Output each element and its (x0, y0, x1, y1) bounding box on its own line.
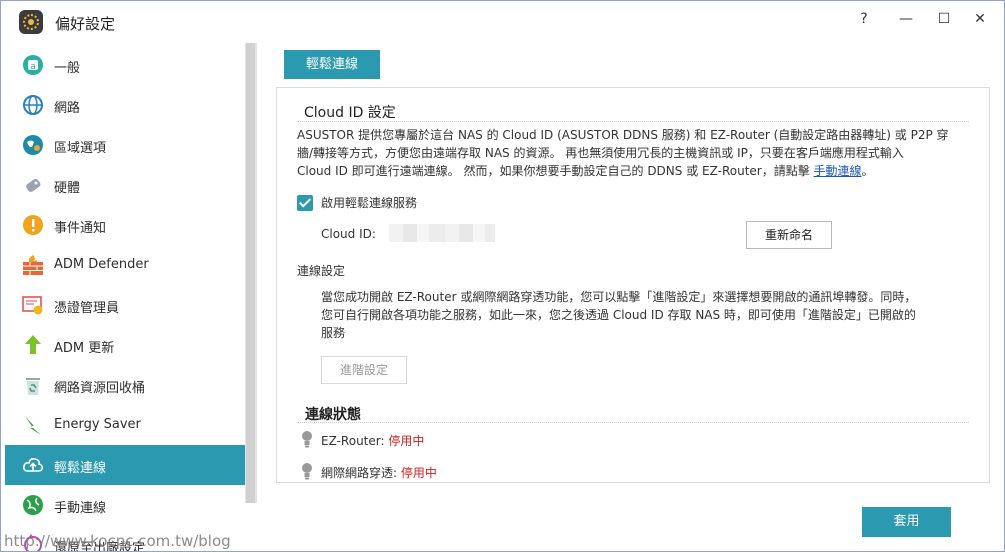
settings-panel: Cloud ID 設定 ASUSTOR 提供您專屬於這台 NAS 的 Cloud… (276, 87, 990, 483)
bulb-off-icon (302, 463, 312, 480)
sidebar-item-notification[interactable]: 事件通知 (5, 205, 245, 245)
enable-ezconnect-label: 啟用輕鬆連線服務 (321, 196, 418, 210)
sidebar-item-label: 一般 (54, 61, 81, 76)
tab-ezconnect[interactable]: 輕鬆連線 (284, 50, 380, 79)
sidebar-item-label: 網路資源回收桶 (54, 381, 146, 396)
sidebar-item-label: 網路 (54, 101, 81, 116)
cloud-upload-icon (23, 458, 43, 472)
certificate-icon (22, 296, 43, 315)
cloud-id-value-redacted (389, 224, 495, 242)
network-globe-icon (23, 495, 43, 515)
sidebar-item-adm-update[interactable]: ADM 更新 (5, 325, 245, 365)
enable-ezconnect-checkbox[interactable] (297, 195, 313, 211)
bulb-off-icon (302, 431, 312, 448)
advanced-settings-button[interactable]: 進階設定 (321, 356, 407, 384)
divider (297, 121, 969, 122)
preferences-window: 偏好設定 ? — ☐ ✕ a 一般 網路 區域選項 硬體 事件通知 ADM De… (0, 0, 1005, 552)
ez-router-status: EZ-Router: 停用中 (321, 432, 424, 450)
window-title: 偏好設定 (55, 15, 116, 33)
alert-icon (23, 215, 43, 235)
sidebar-item-recycle-bin[interactable]: 網路資源回收桶 (5, 365, 245, 405)
apply-button[interactable]: 套用 (862, 507, 951, 537)
desc-text: Cloud ID 即可進行遠端連線。 然而，如果你想要手動設定自己的 DDNS … (297, 164, 814, 178)
sidebar-item-label: ADM 更新 (54, 341, 115, 356)
sidebar-item-energy-saver[interactable]: Energy Saver (5, 405, 245, 445)
sidebar-item-label: 手動連線 (54, 501, 107, 516)
hole-punching-value: 停用中 (400, 466, 437, 480)
sidebar-item-label: 事件通知 (54, 221, 107, 236)
sidebar-item-network[interactable]: 網路 (5, 85, 245, 125)
desc-line: Cloud ID 即可進行遠端連線。 然而，如果你想要手動設定自己的 DDNS … (297, 162, 977, 180)
desc-line: 您可自行開啟各項功能之服務，如此一來，您之後透過 Cloud ID 存取 NAS… (321, 308, 916, 322)
lightning-icon (25, 416, 41, 435)
watermark-url: http://www.kocpc.com.tw/blog (4, 532, 231, 550)
sidebar-item-label: 輕鬆連線 (54, 461, 107, 476)
sidebar-item-label: Energy Saver (54, 417, 141, 432)
ez-router-value: 停用中 (388, 434, 425, 448)
sidebar-item-general[interactable]: a 一般 (5, 45, 245, 85)
rename-button[interactable]: 重新命名 (746, 221, 832, 249)
minimize-button[interactable]: — (891, 7, 921, 31)
hole-punching-status: 網際網路穿透: 停用中 (321, 464, 437, 482)
cloud-id-description: ASUSTOR 提供您專屬於這台 NAS 的 Cloud ID (ASUSTOR… (297, 126, 977, 180)
app-gear-icon (19, 10, 43, 34)
title-bar: 偏好設定 ? — ☐ ✕ (1, 1, 1004, 43)
desc-line: 當您成功開啟 EZ-Router 或網際網路穿透功能，您可以點擊「進階設定」來選… (321, 290, 917, 304)
svg-text:a: a (30, 62, 36, 72)
region-icon (23, 135, 43, 155)
connection-settings-title: 連線設定 (297, 264, 346, 278)
manual-connect-link[interactable]: 手動連線 (814, 164, 862, 178)
sidebar-item-label: 憑證管理員 (54, 301, 120, 316)
desc-end: 。 (861, 164, 874, 178)
sidebar-item-certificate[interactable]: 憑證管理員 (5, 285, 245, 325)
firewall-icon (23, 255, 43, 275)
desc-line: ASUSTOR 提供您專屬於這台 NAS 的 Cloud ID (ASUSTOR… (297, 128, 949, 142)
sidebar: a 一般 網路 區域選項 硬體 事件通知 ADM Defender 憑證管理員 (5, 43, 245, 551)
ez-router-label: EZ-Router: (321, 434, 389, 448)
hardware-icon (26, 178, 41, 192)
sidebar-item-label: 硬體 (54, 181, 81, 196)
sidebar-item-region[interactable]: 區域選項 (5, 125, 245, 165)
sidebar-item-ezconnect[interactable]: 輕鬆連線 (5, 445, 245, 485)
sidebar-item-label: ADM Defender (54, 257, 149, 272)
maximize-button[interactable]: ☐ (929, 7, 959, 31)
help-button[interactable]: ? (849, 7, 879, 31)
close-button[interactable]: ✕ (965, 7, 995, 31)
sidebar-item-hardware[interactable]: 硬體 (5, 165, 245, 205)
general-icon: a (23, 55, 43, 75)
cloud-id-section-title: Cloud ID 設定 (304, 105, 396, 121)
sidebar-item-manual-connect[interactable]: 手動連線 (5, 485, 245, 525)
main-content: 輕鬆連線 Cloud ID 設定 ASUSTOR 提供您專屬於這台 NAS 的 … (258, 43, 1004, 551)
connection-status-title: 連線狀態 (305, 407, 361, 423)
cloud-id-label: Cloud ID: (321, 227, 376, 241)
recycle-bin-icon (26, 378, 40, 395)
scrollbar-thumb[interactable] (246, 43, 255, 503)
sidebar-item-adm-defender[interactable]: ADM Defender (5, 245, 245, 285)
divider (297, 422, 969, 423)
globe-icon (23, 95, 43, 115)
hole-punching-label: 網際網路穿透: (321, 466, 401, 480)
connection-settings-description: 當您成功開啟 EZ-Router 或網際網路穿透功能，您可以點擊「進階設定」來選… (321, 288, 981, 342)
update-arrow-icon (25, 335, 41, 354)
sidebar-item-label: 區域選項 (54, 141, 107, 156)
sidebar-scrollbar[interactable] (245, 43, 257, 503)
desc-line: 牆/轉接等方式，方便您由遠端存取 NAS 的資源。 再也無須使用冗長的主機資訊或… (297, 146, 904, 160)
desc-line: 服務 (321, 326, 346, 340)
